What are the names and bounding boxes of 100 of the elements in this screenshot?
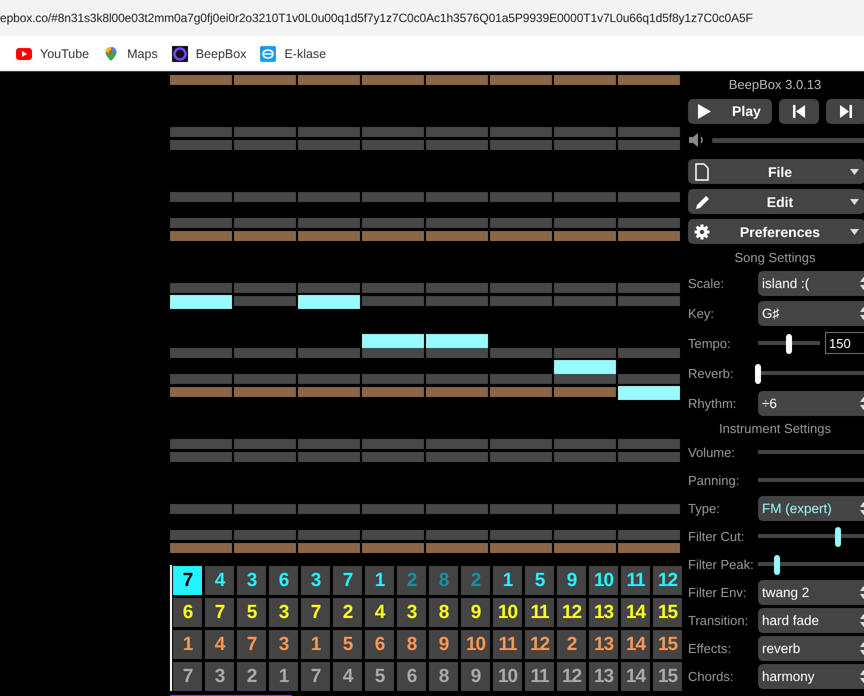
slider[interactable]	[758, 525, 864, 547]
bookmark-link[interactable]: Maps	[127, 46, 158, 60]
pattern-cell[interactable]: 6	[269, 566, 298, 595]
pitch-row-bar	[234, 283, 296, 293]
pattern-cell[interactable]: 13	[589, 662, 618, 691]
pattern-cell[interactable]: 14	[621, 598, 650, 627]
slider[interactable]	[758, 332, 820, 354]
pattern-cell[interactable]: 6	[397, 662, 426, 691]
pattern-cell[interactable]: 13	[589, 630, 618, 659]
pattern-cell[interactable]: 8	[429, 662, 458, 691]
dropdown[interactable]: reverb	[758, 636, 864, 660]
pitch-row-bar	[362, 374, 424, 384]
slider[interactable]	[758, 362, 864, 384]
dropdown[interactable]: island :(	[758, 270, 864, 296]
pattern-cell[interactable]: 14	[621, 662, 650, 691]
dropdown[interactable]: G♯	[758, 300, 864, 326]
slider[interactable]	[758, 553, 864, 575]
pattern-cell[interactable]: 11	[621, 566, 650, 595]
pattern-cell[interactable]: 14	[621, 630, 650, 659]
dropdown[interactable]: harmony	[758, 664, 864, 688]
pattern-cell[interactable]: 1	[269, 662, 298, 691]
number-field[interactable]: 150	[825, 332, 864, 354]
pattern-cell[interactable]: 2	[557, 630, 586, 659]
pitch-row-bar	[170, 283, 232, 293]
pattern-cell[interactable]: 3	[237, 566, 266, 595]
menu-button[interactable]: Edit	[688, 189, 864, 214]
pattern-cell[interactable]: 5	[237, 598, 266, 627]
pattern-cell[interactable]: 11	[525, 598, 554, 627]
pattern-cell[interactable]: 7	[333, 566, 362, 595]
pattern-cell[interactable]: 5	[333, 630, 362, 659]
pattern-cell[interactable]: 2	[237, 662, 266, 691]
bookmark-link[interactable]: BeepBox	[196, 46, 246, 60]
tonic-row-bar	[170, 75, 232, 85]
pattern-cell[interactable]: 12	[557, 662, 586, 691]
pattern-cell[interactable]: 12	[525, 630, 554, 659]
play-button[interactable]: Play	[688, 98, 772, 124]
pattern-cell[interactable]: 10	[589, 566, 618, 595]
skip-back-icon	[792, 102, 806, 120]
pattern-cell[interactable]: 1	[173, 630, 202, 659]
pattern-cell[interactable]: 4	[205, 566, 234, 595]
pattern-cell[interactable]: 3	[269, 630, 298, 659]
pattern-cell[interactable]: 4	[205, 630, 234, 659]
previous-bar-button[interactable]	[779, 98, 819, 124]
dropdown[interactable]: hard fade	[758, 608, 864, 632]
globe-icon	[260, 46, 276, 62]
tonic-row-bar	[554, 387, 616, 397]
pattern-cell[interactable]: 10	[493, 598, 522, 627]
section-heading: Song Settings	[734, 250, 816, 264]
pattern-cell[interactable]: 12	[557, 598, 586, 627]
pattern-cell[interactable]: 11	[493, 630, 522, 659]
pattern-cell[interactable]: 3	[301, 566, 330, 595]
pattern-cell[interactable]: 3	[397, 598, 426, 627]
pattern-cell[interactable]: 10	[493, 662, 522, 691]
dropdown[interactable]: twang 2	[758, 580, 864, 604]
slider-thumb[interactable]	[755, 364, 761, 384]
pattern-cell[interactable]: 15	[653, 598, 682, 627]
pattern-cell[interactable]: 13	[589, 598, 618, 627]
pattern-cell[interactable]: 3	[205, 662, 234, 691]
slider-thumb[interactable]	[835, 527, 842, 547]
pattern-cell[interactable]: 4	[365, 598, 394, 627]
pattern-cell[interactable]: 7	[301, 662, 330, 691]
pattern-cell[interactable]: 8	[397, 630, 426, 659]
pattern-cell[interactable]: 1	[493, 566, 522, 595]
pattern-cell[interactable]: 1	[301, 630, 330, 659]
pattern-cell[interactable]: 6	[173, 598, 202, 627]
pitch-row-bar	[618, 296, 680, 306]
menu-button[interactable]: File	[688, 159, 864, 184]
pattern-cell[interactable]: 7	[173, 662, 202, 691]
bookmark-link[interactable]: E-klase	[284, 46, 326, 60]
pattern-cell[interactable]: 9	[429, 630, 458, 659]
slider-thumb[interactable]	[774, 555, 780, 575]
pattern-cell[interactable]: 10	[461, 630, 490, 659]
pattern-cell[interactable]: 9	[557, 566, 586, 595]
pattern-cell[interactable]: 15	[653, 630, 682, 659]
pattern-cell[interactable]: 3	[269, 598, 298, 627]
pattern-cell[interactable]: 6	[365, 630, 394, 659]
pitch-row-bar	[234, 192, 296, 202]
pattern-cell[interactable]: 8	[429, 598, 458, 627]
dropdown[interactable]: FM (expert)	[758, 496, 864, 520]
pattern-cell[interactable]: 9	[461, 598, 490, 627]
bookmark-link[interactable]: YouTube	[40, 46, 90, 60]
pattern-cell[interactable]: 7	[301, 598, 330, 627]
pattern-cell[interactable]: 7	[205, 598, 234, 627]
pattern-cell[interactable]: 5	[525, 566, 554, 595]
pattern-cell[interactable]: 15	[653, 662, 682, 691]
tonic-row-bar	[170, 231, 232, 241]
pattern-cell[interactable]: 2	[333, 598, 362, 627]
pattern-cell[interactable]: 9	[461, 662, 490, 691]
slider-thumb[interactable]	[786, 334, 792, 354]
dropdown[interactable]: ÷6	[758, 390, 864, 416]
pattern-cell[interactable]: 4	[333, 662, 362, 691]
next-bar-button[interactable]	[826, 98, 864, 124]
pattern-cell[interactable]: 5	[365, 662, 394, 691]
menu-button[interactable]: Preferences	[688, 219, 864, 244]
pattern-cell[interactable]: 1	[365, 566, 394, 595]
pattern-cell[interactable]: 7	[237, 630, 266, 659]
pattern-cell[interactable]: 12	[653, 566, 682, 595]
tonic-row-bar	[298, 387, 360, 397]
pattern-cell[interactable]: 7	[173, 566, 202, 595]
pattern-cell[interactable]: 11	[525, 662, 554, 691]
